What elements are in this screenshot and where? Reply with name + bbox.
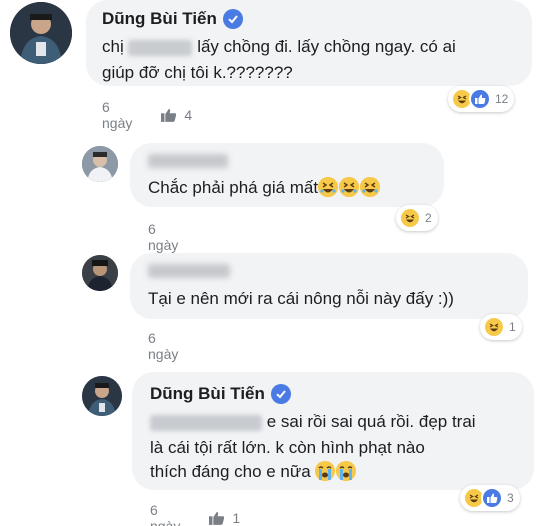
reaction-summary[interactable]: 2 <box>396 205 438 231</box>
avatar[interactable] <box>82 146 118 182</box>
blurred-author-name[interactable] <box>148 264 230 278</box>
like-icon <box>469 88 491 110</box>
comment-text-line2: là cái tội rất lớn. k còn hình phạt nào <box>150 438 425 457</box>
haha-icon <box>399 207 421 229</box>
comment-text-line3-body: thích đáng cho e nữa <box>150 462 311 481</box>
comment-bubble: Tại e nên mới ra cái nông nỗi này đấy :)… <box>130 253 528 319</box>
reaction-summary[interactable]: 12 <box>448 86 515 112</box>
rofl-emoji <box>318 177 339 197</box>
comment-meta: 6 ngày <box>148 330 178 362</box>
crying-emoji <box>315 461 336 481</box>
blurred-author-name[interactable] <box>148 154 228 168</box>
like-icon[interactable] <box>160 107 177 123</box>
blurred-name <box>128 39 193 56</box>
crying-emoji <box>336 461 357 481</box>
comment-text-line3: thích đáng cho e nữa <box>150 458 357 485</box>
comment-text: Chắc phải phá giá mất <box>148 174 381 201</box>
comment-text-prefix: chị <box>102 37 124 56</box>
timestamp[interactable]: 6 ngày <box>150 502 186 526</box>
rofl-emoji <box>339 177 360 197</box>
reaction-count: 12 <box>495 92 509 106</box>
comment-bubble: Chắc phải phá giá mất <box>130 143 444 207</box>
comment-text: chị lấy chồng đi. lấy chồng ngay. có ai <box>102 33 456 60</box>
comment-bubble: Dũng Bùi Tiến e sai rồi sai quá rồi. đẹp… <box>132 372 534 490</box>
rofl-emoji <box>360 177 381 197</box>
avatar[interactable] <box>82 255 118 291</box>
haha-icon <box>483 316 505 338</box>
timestamp[interactable]: 6 ngày <box>102 99 138 131</box>
author-name[interactable]: Dũng Bùi Tiến <box>102 9 217 29</box>
user-avatar-icon <box>82 255 118 291</box>
reaction-count: 3 <box>507 491 514 505</box>
comment-text: e sai rồi sai quá rồi. đẹp trai <box>150 408 476 435</box>
reaction-count: 1 <box>509 320 516 334</box>
like-icon[interactable] <box>208 510 225 526</box>
blurred-mention[interactable] <box>150 414 262 431</box>
like-icon <box>481 487 503 509</box>
reaction-summary[interactable]: 1 <box>480 314 522 340</box>
comment-meta: 6 ngày 4 <box>102 99 192 131</box>
reaction-summary[interactable]: 3 <box>460 485 520 511</box>
comment-text-body: Chắc phải phá giá mất <box>148 178 319 197</box>
user-avatar-icon <box>82 376 122 416</box>
avatar[interactable] <box>10 2 72 64</box>
like-count: 1 <box>232 510 241 526</box>
author-name[interactable]: Dũng Bùi Tiến <box>150 384 265 404</box>
comment-text-line2: giúp đỡ chị tôi k.??????? <box>102 63 293 82</box>
timestamp[interactable]: 6 ngày <box>148 221 178 253</box>
timestamp[interactable]: 6 ngày <box>148 330 178 362</box>
verified-badge-icon <box>222 9 243 29</box>
comment-text: Tại e nên mới ra cái nông nỗi này đấy :)… <box>148 289 454 308</box>
comment-meta: 6 ngày 1 <box>150 502 240 526</box>
like-count: 4 <box>184 107 193 123</box>
comment-text-suffix: lấy chồng đi. lấy chồng ngay. có ai <box>197 37 456 56</box>
comment-bubble: Dũng Bùi Tiến chị lấy chồng đi. lấy chồn… <box>86 0 532 86</box>
comment-meta: 6 ngày <box>148 221 178 253</box>
user-avatar-icon <box>82 146 118 182</box>
reaction-count: 2 <box>425 211 432 225</box>
verified-badge-icon <box>270 384 291 404</box>
avatar[interactable] <box>82 376 122 416</box>
user-avatar-icon <box>10 2 72 64</box>
comment-text-line1: e sai rồi sai quá rồi. đẹp trai <box>266 412 476 431</box>
